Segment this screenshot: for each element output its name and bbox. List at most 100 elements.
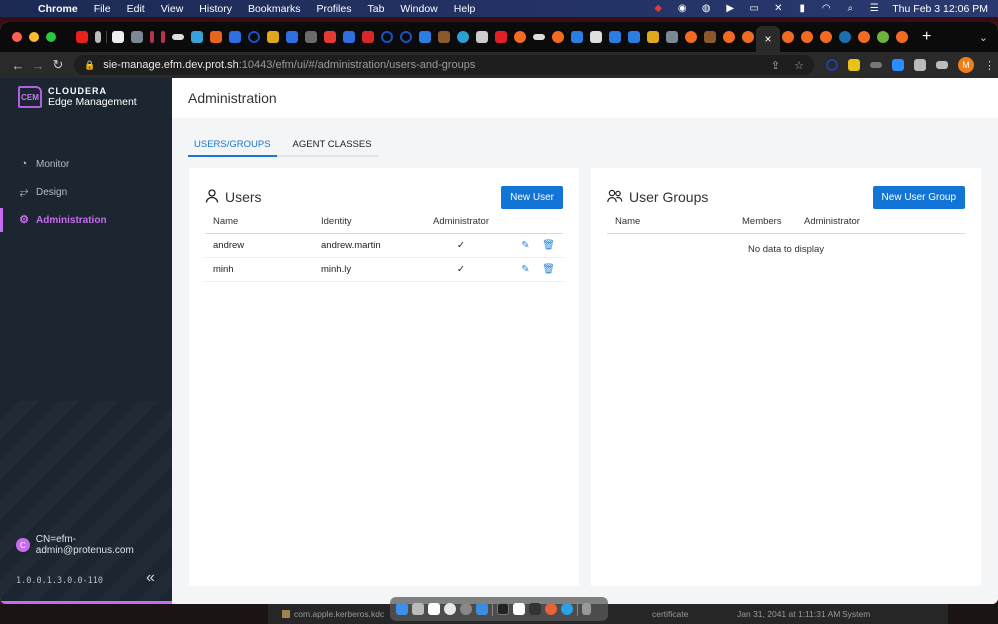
new-tab-button[interactable]: + <box>922 28 931 46</box>
sidebar-item-design[interactable]: ⥂ Design <box>0 178 172 206</box>
tab-okta-icon[interactable] <box>381 31 393 43</box>
tab-jenkins-icon[interactable] <box>704 31 716 43</box>
chrome-icon[interactable] <box>444 603 456 615</box>
address-bar[interactable]: 🔒 sie-manage.efm.dev.prot.sh :10443/efm/… <box>74 55 814 75</box>
column-header-name[interactable]: Name <box>205 210 313 234</box>
system-preferences-icon[interactable] <box>460 603 472 615</box>
column-header-members[interactable]: Members <box>734 210 796 234</box>
vpn-icon[interactable]: ◆ <box>652 3 664 14</box>
zoom-window-button[interactable] <box>46 32 56 42</box>
okta-extension-icon[interactable] <box>826 59 838 71</box>
menu-file[interactable]: File <box>94 3 111 15</box>
menu-app[interactable]: Chrome <box>38 3 78 15</box>
wifi-icon[interactable]: ◠ <box>820 3 832 14</box>
tab-cloudera-icon[interactable] <box>552 31 564 43</box>
tab-notion-icon[interactable] <box>112 31 124 43</box>
tab-oracle-icon[interactable] <box>495 31 507 43</box>
current-user[interactable]: C CN=efm-admin@protenus.com <box>16 534 172 556</box>
tab-bitbucket-icon[interactable] <box>343 31 355 43</box>
accessibility-icon[interactable]: ◉ <box>676 3 688 14</box>
docker-icon[interactable] <box>561 603 573 615</box>
menu-view[interactable]: View <box>161 3 184 15</box>
forward-button[interactable]: → <box>28 58 48 73</box>
tab-cloudera-icon[interactable] <box>685 31 697 43</box>
tab-medium-icon[interactable] <box>172 34 184 40</box>
sidebar-item-administration[interactable]: ⚙ Administration <box>0 206 172 234</box>
menu-profiles[interactable]: Profiles <box>316 3 351 15</box>
tab-cloudera-icon[interactable] <box>858 31 870 43</box>
tab-circle-icon[interactable] <box>839 31 851 43</box>
back-button[interactable]: ← <box>8 58 28 73</box>
trash-icon[interactable] <box>582 603 591 615</box>
tab-redhat-icon[interactable] <box>362 31 374 43</box>
edit-pencil-icon[interactable]: ✎ <box>521 264 529 275</box>
tab-confluence-icon[interactable] <box>571 31 583 43</box>
active-tab[interactable]: × <box>756 26 780 52</box>
tab-cloudera-icon[interactable] <box>820 31 832 43</box>
collapse-sidebar-button[interactable]: « <box>146 569 155 587</box>
tab-search-button[interactable]: ⌄ <box>979 31 988 44</box>
menu-help[interactable]: Help <box>454 3 476 15</box>
table-row[interactable]: minh minh.ly ✓ ✎ 🗑 <box>205 257 563 282</box>
tab-bitbucket-icon[interactable] <box>229 31 241 43</box>
close-window-button[interactable] <box>12 32 22 42</box>
logo[interactable]: CEM CLOUDERA Edge Management <box>0 78 172 116</box>
bluetooth-off-icon[interactable]: ✕ <box>772 3 784 14</box>
extensions-puzzle-icon[interactable] <box>914 59 926 71</box>
menu-history[interactable]: History <box>199 3 232 15</box>
tab-users-groups[interactable]: USERS/GROUPS <box>188 134 277 157</box>
spotlight-search-icon[interactable]: ⌕ <box>844 3 856 14</box>
firefox-icon[interactable] <box>545 603 557 615</box>
battery-icon[interactable]: ▮ <box>796 3 808 14</box>
tab-jenkins-icon[interactable] <box>438 31 450 43</box>
tab-jenkins-icon[interactable] <box>476 31 488 43</box>
menu-window[interactable]: Window <box>400 3 437 15</box>
table-row[interactable]: andrew andrew.martin ✓ ✎ 🗑 <box>205 233 563 258</box>
tab-circle-icon[interactable] <box>457 31 469 43</box>
menu-bookmarks[interactable]: Bookmarks <box>248 3 301 15</box>
reload-button[interactable]: ↻ <box>48 57 68 73</box>
control-center-icon[interactable]: ☰ <box>868 3 880 14</box>
column-header-administrator[interactable]: Administrator <box>796 210 965 234</box>
delete-trash-icon[interactable]: 🗑 <box>542 240 555 251</box>
menu-edit[interactable]: Edit <box>127 3 145 15</box>
tab-okta-icon[interactable] <box>248 31 260 43</box>
tab-medium-icon[interactable] <box>533 34 545 40</box>
tab-li-icon[interactable] <box>210 31 222 43</box>
tab-drop-icon[interactable] <box>666 31 678 43</box>
tab-box-icon[interactable] <box>267 31 279 43</box>
chrome-menu-icon[interactable]: ⋮ <box>984 59 995 72</box>
tab-drop-icon[interactable] <box>131 31 143 43</box>
minimize-window-button[interactable] <box>29 32 39 42</box>
tab-doc-icon[interactable] <box>590 31 602 43</box>
bookmark-star-icon[interactable]: ☆ <box>794 59 804 72</box>
tab-slack-icon[interactable] <box>324 31 336 43</box>
tab-cloudera-icon[interactable] <box>896 31 908 43</box>
tab-box-icon[interactable] <box>647 31 659 43</box>
vscode-icon[interactable] <box>513 603 525 615</box>
tab-bitbucket-icon[interactable] <box>286 31 298 43</box>
new-user-button[interactable]: New User <box>501 185 563 209</box>
tab-cloudera-icon[interactable] <box>742 31 754 43</box>
media-control-icon[interactable] <box>936 61 948 69</box>
tab-cloudera-icon[interactable] <box>801 31 813 43</box>
tab-confluence-icon[interactable] <box>609 31 621 43</box>
tab-slash-icon[interactable] <box>161 31 165 43</box>
tab-confluence-icon[interactable] <box>419 31 431 43</box>
tab-grid-icon[interactable] <box>305 31 317 43</box>
lock-icon[interactable]: 🔒 <box>84 60 95 71</box>
tab-agent-classes[interactable]: AGENT CLASSES <box>287 134 378 155</box>
tab-confluence-icon[interactable] <box>628 31 640 43</box>
new-user-group-button[interactable]: New User Group <box>872 185 965 209</box>
menu-tab[interactable]: Tab <box>367 3 384 15</box>
tab-audio-icon[interactable] <box>95 31 101 43</box>
tab-okta-icon[interactable] <box>400 31 412 43</box>
column-header-identity[interactable]: Identity <box>313 210 421 234</box>
launchpad-icon[interactable] <box>412 603 424 615</box>
jmeter-icon[interactable] <box>529 603 541 615</box>
globe-icon[interactable]: ◍ <box>700 3 712 14</box>
tab-cloudera-icon[interactable] <box>514 31 526 43</box>
tab-spring-icon[interactable] <box>877 31 889 43</box>
edit-pencil-icon[interactable]: ✎ <box>521 240 529 251</box>
notes-extension-icon[interactable] <box>848 59 860 71</box>
